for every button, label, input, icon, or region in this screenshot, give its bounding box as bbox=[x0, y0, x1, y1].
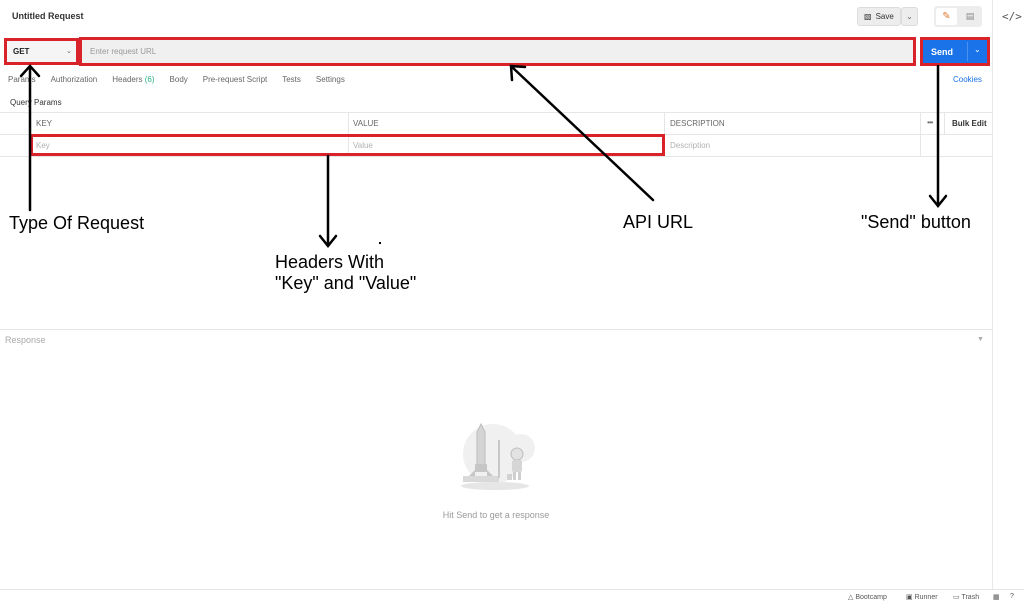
right-sidebar: </> bbox=[992, 0, 1024, 590]
annotation-type-of-request: Type Of Request bbox=[9, 213, 145, 233]
annotation-api-url: API URL bbox=[623, 212, 694, 232]
annotation-headers-line1: Headers With bbox=[275, 252, 385, 272]
annotation-headers-line2: "Key" and "Value" bbox=[275, 273, 417, 293]
request-builder: Untitled Request ▧ Save ⌄ ✎ ▤ GET ⌄ Ente… bbox=[0, 0, 992, 604]
rocket-astronaut-illustration bbox=[461, 422, 535, 490]
status-bar: △ Bootcamp ▣ Runner ▭ Trash ▦ ? bbox=[0, 589, 1024, 604]
graduation-cap-icon: △ bbox=[848, 594, 854, 601]
annotation-arrows bbox=[19, 64, 948, 249]
bootcamp-button[interactable]: △ Bootcamp bbox=[848, 593, 887, 601]
response-divider bbox=[0, 329, 992, 330]
response-hint: Hit Send to get a response bbox=[442, 510, 550, 520]
annotation-send-button: "Send" button bbox=[861, 212, 971, 232]
runner-button[interactable]: ▣ Runner bbox=[906, 593, 938, 601]
trash-button[interactable]: ▭ Trash bbox=[953, 593, 979, 601]
layout-icon[interactable]: ▦ bbox=[993, 593, 1000, 601]
help-icon[interactable]: ? bbox=[1010, 593, 1014, 600]
response-collapse-icon[interactable]: ▼ bbox=[977, 336, 984, 343]
response-label: Response bbox=[5, 335, 46, 345]
trash-icon: ▭ bbox=[953, 594, 960, 601]
runner-icon: ▣ bbox=[906, 594, 913, 601]
code-snippet-icon[interactable]: </> bbox=[1002, 10, 1022, 24]
